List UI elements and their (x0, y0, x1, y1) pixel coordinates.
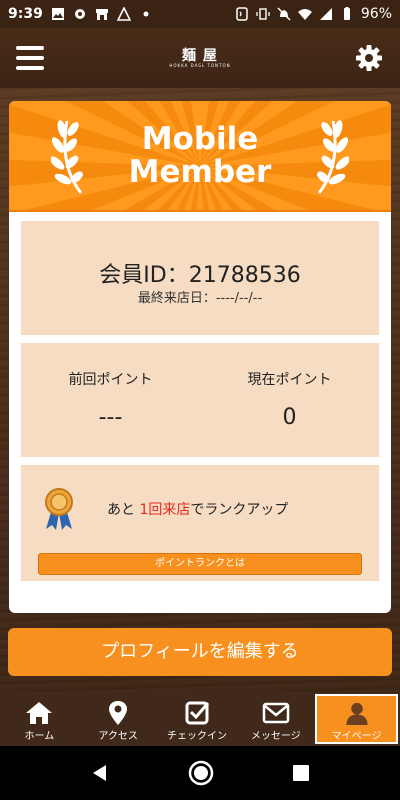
user-icon (346, 702, 368, 726)
warning-notification-icon (116, 7, 131, 21)
laurel-left-icon (51, 120, 83, 194)
wifi-icon (297, 9, 312, 20)
medal-icon (45, 488, 73, 530)
mute-icon (277, 7, 291, 21)
current-points-value: 0 (282, 405, 297, 430)
rank-text-highlight: 1回来店 (139, 502, 191, 518)
mail-icon (262, 702, 290, 724)
checkbox-icon (185, 701, 210, 725)
nav-item-mypage[interactable]: マイページ (315, 694, 398, 744)
member-id: 会員ID：21788536 (99, 263, 301, 288)
previous-points-value: --- (98, 405, 123, 430)
nav-label-mypage: マイページ (331, 731, 382, 742)
nav-label-home: ホーム (24, 731, 55, 742)
battery-icon (343, 7, 350, 20)
point-rank-info-button[interactable]: ポイントランクとは (38, 553, 362, 575)
member-card: Mobile Member 会員ID：21788536 最終来店日：----/-… (9, 101, 391, 613)
status-time: 9:39 (8, 6, 43, 22)
settings-gear-icon[interactable] (354, 43, 384, 73)
dot-icon (143, 11, 149, 17)
nav-item-message[interactable]: メッセージ (236, 692, 315, 746)
back-icon[interactable] (90, 763, 110, 783)
rank-panel: あと 1回来店でランクアップ ポイントランクとは (21, 465, 379, 581)
app-header: 麺 屋 HOKKA DASL TONTON (0, 28, 400, 88)
gear-notification-icon (74, 9, 85, 19)
nav-item-access[interactable]: アクセス (79, 692, 158, 746)
rank-up-message: あと 1回来店でランクアップ (107, 499, 288, 519)
previous-points-label: 前回ポイント (68, 372, 153, 388)
nav-label-access: アクセス (98, 731, 138, 742)
logo-main-text: 麺 屋 (182, 47, 218, 64)
home-button-icon[interactable] (188, 760, 214, 786)
nav-label-checkin: チェックイン (166, 731, 227, 742)
home-icon (26, 702, 53, 724)
rank-text-before: あと (107, 502, 140, 518)
mobile-member-banner: Mobile Member (9, 101, 391, 212)
battery-percent: 96% (360, 6, 392, 22)
recents-icon[interactable] (292, 764, 310, 782)
banner-title: Mobile Member (128, 120, 272, 190)
signal-icon (319, 8, 332, 20)
map-pin-icon (109, 701, 128, 725)
banner-title-line1: Mobile (141, 120, 259, 157)
current-points: 現在ポイント 0 (200, 369, 379, 430)
vibrate-icon (256, 8, 270, 20)
nav-item-home[interactable]: ホーム (0, 692, 79, 746)
bottom-nav: ホーム アクセス チェックイン メッセージ マイページ (0, 692, 400, 746)
last-visit-date: 最終来店日：----/--/-- (137, 291, 263, 306)
member-info-panel: 会員ID：21788536 最終来店日：----/--/-- (21, 221, 379, 335)
logo: 麺 屋 HOKKA DASL TONTON (169, 49, 230, 68)
previous-points: 前回ポイント --- (21, 369, 200, 430)
nav-label-message: メッセージ (250, 731, 301, 742)
menu-icon[interactable] (16, 46, 44, 70)
logo-sub-text: HOKKA DASL TONTON (169, 62, 231, 68)
nav-item-checkin[interactable]: チェックイン (158, 692, 237, 746)
rank-text-after: でランクアップ (190, 502, 289, 518)
banner-title-line2: Member (128, 153, 272, 190)
points-panel: 前回ポイント --- 現在ポイント 0 (21, 343, 379, 457)
edit-profile-button[interactable]: プロフィールを編集する (8, 628, 392, 676)
status-bar: 9:39 96% (0, 0, 400, 28)
store-notification-icon (95, 9, 108, 20)
image-notification-icon (51, 8, 64, 20)
nfc-icon (236, 7, 248, 21)
system-nav-bar (0, 746, 400, 800)
current-points-label: 現在ポイント (247, 372, 332, 388)
laurel-right-icon (317, 120, 349, 194)
